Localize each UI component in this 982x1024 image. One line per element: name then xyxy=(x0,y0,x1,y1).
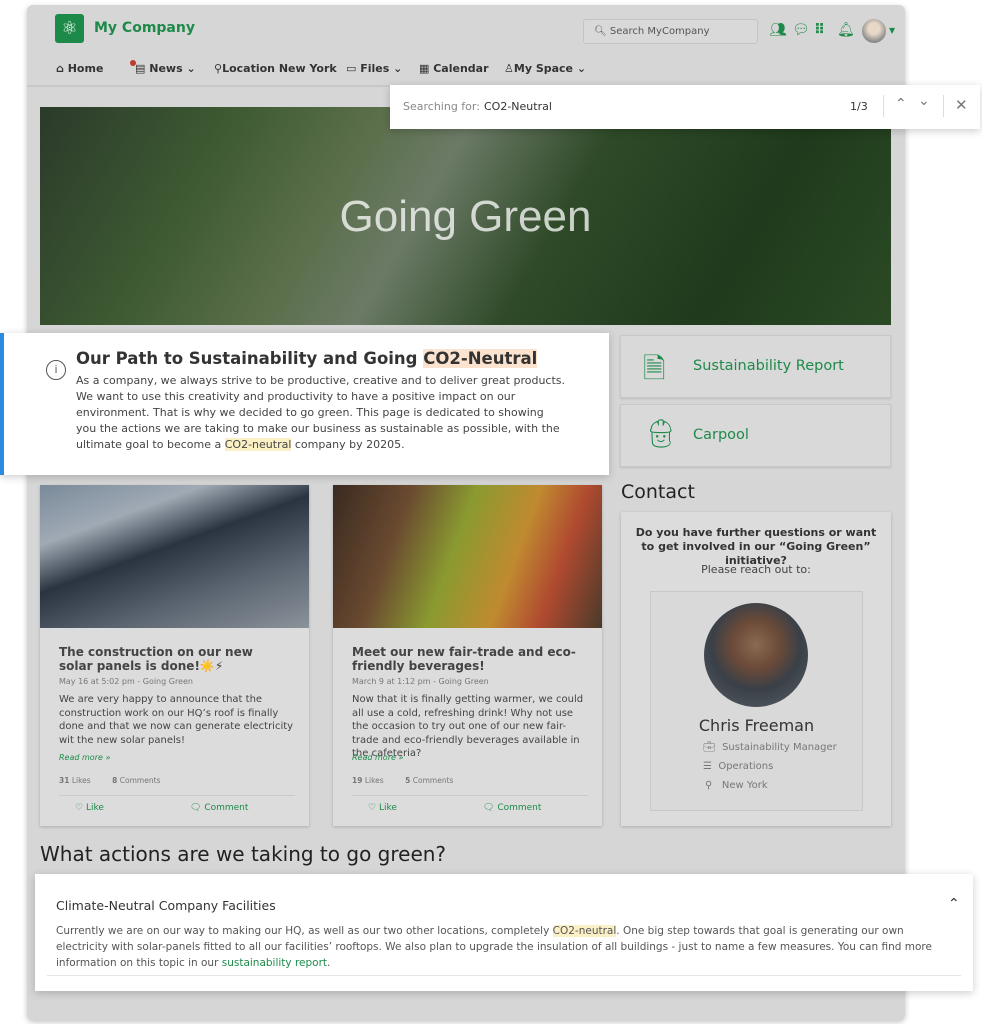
user-icon: ♙ xyxy=(504,62,514,75)
read-more-link[interactable]: Read more » xyxy=(352,753,403,762)
nav-news[interactable]: ▤ News ⌄ xyxy=(135,62,196,75)
news-card[interactable]: Meet our new fair-trade and eco-friendly… xyxy=(333,485,602,826)
divider xyxy=(352,795,588,796)
info-icon: i xyxy=(46,360,66,380)
like-button[interactable]: ♡ Like xyxy=(75,803,104,813)
read-more-link[interactable]: Read more » xyxy=(59,753,110,762)
news-title[interactable]: Meet our new fair-trade and eco-friendly… xyxy=(352,645,582,673)
divider xyxy=(47,975,961,976)
person-role: 💼︎ Sustainability Manager xyxy=(703,742,837,753)
section-heading: What actions are we taking to go green? xyxy=(40,842,447,866)
hero-banner: Going Green xyxy=(40,107,891,325)
nav-files[interactable]: ▭ Files ⌄ xyxy=(346,62,402,75)
news-icon: ▤ xyxy=(135,62,150,75)
nav-my-space[interactable]: ♙My Space ⌄ xyxy=(504,62,586,75)
info-card: i Our Path to Sustainability and Going C… xyxy=(0,333,609,475)
calendar-icon: ▦ xyxy=(419,62,434,75)
search-placeholder: Search MyCompany xyxy=(609,26,710,37)
person-department: ☰ Operations xyxy=(703,761,774,772)
find-bar: Searching for: CO2-Neutral 1/3 ⌃ ⌄ ✕ xyxy=(390,85,980,129)
news-stats: 31 Likes 8 Comments xyxy=(59,776,161,785)
comment-icon: 🗨︎ xyxy=(190,803,202,813)
heart-icon: ♡ xyxy=(75,803,84,813)
tile-carpool[interactable]: 👷︎ Carpool xyxy=(620,404,891,467)
find-label: Searching for: xyxy=(403,100,480,113)
person-location: ⚲ New York xyxy=(705,780,768,791)
chevron-down-icon[interactable]: ⌄ xyxy=(918,93,930,109)
sustainability-report-link[interactable]: sustainability report xyxy=(222,957,327,969)
nav-calendar[interactable]: ▦ Calendar xyxy=(419,62,489,75)
accordion-item: Climate-Neutral Company Facilities ⌃ Cur… xyxy=(35,874,973,991)
nav-location[interactable]: ⚲Location New York xyxy=(214,62,337,75)
divider xyxy=(883,95,884,117)
chevron-up-icon[interactable]: ⌃ xyxy=(895,96,907,112)
department-icon: ☰ xyxy=(703,761,712,772)
like-button[interactable]: ♡ Like xyxy=(368,803,397,813)
avatar[interactable] xyxy=(862,19,886,43)
accordion-title[interactable]: Climate-Neutral Company Facilities xyxy=(56,898,276,913)
home-icon: ⌂ xyxy=(56,62,68,75)
location-icon: ⚲ xyxy=(705,780,713,791)
contact-reach: Please reach out to: xyxy=(701,563,811,576)
chat-icon[interactable]: 💬︎ xyxy=(792,22,810,38)
hero-title: Going Green xyxy=(339,192,592,241)
person-name[interactable]: Chris Freeman xyxy=(650,716,863,735)
person-photo xyxy=(704,603,808,707)
chevron-down-icon[interactable]: ▼ xyxy=(889,26,895,35)
briefcase-icon: 💼︎ xyxy=(703,742,716,753)
location-icon: ⚲ xyxy=(214,62,223,75)
apps-grid-icon[interactable]: ⠿ xyxy=(814,22,825,38)
contact-heading: Contact xyxy=(621,481,695,503)
brand-name[interactable]: My Company xyxy=(94,20,195,36)
document-icon: 🗎 xyxy=(643,352,666,385)
news-title[interactable]: The construction on our new solar panels… xyxy=(59,645,289,673)
company-logo[interactable]: ⚛ xyxy=(55,14,84,43)
news-card[interactable]: The construction on our new solar panels… xyxy=(40,485,309,826)
contact-question: Do you have further questions or want to… xyxy=(635,526,877,567)
news-body: We are very happy to announce that the c… xyxy=(59,694,294,746)
close-icon[interactable]: ✕ xyxy=(955,96,968,114)
news-image xyxy=(333,485,602,628)
divider xyxy=(943,95,944,117)
divider xyxy=(59,795,295,796)
news-meta: March 9 at 1:12 pm - Going Green xyxy=(352,677,489,686)
find-count: 1/3 xyxy=(850,100,868,113)
people-icon[interactable]: 👥︎ xyxy=(769,22,787,38)
tile-sustainability-report[interactable]: 🗎 Sustainability Report xyxy=(620,335,891,398)
accordion-body: Currently we are on our way to making ou… xyxy=(56,925,932,969)
carpool-icon: 👷︎ xyxy=(643,417,679,450)
info-body: As a company, we always strive to be pro… xyxy=(76,374,566,451)
nav-home[interactable]: ⌂ Home xyxy=(56,62,103,75)
news-body: Now that it is finally getting warmer, w… xyxy=(352,694,584,759)
news-meta: May 16 at 5:02 pm - Going Green xyxy=(59,677,193,686)
info-title: Our Path to Sustainability and Going CO2… xyxy=(76,349,538,368)
comment-icon: 🗨︎ xyxy=(483,803,495,813)
comment-button[interactable]: 🗨︎ Comment xyxy=(483,803,541,813)
news-stats: 19 Likes 5 Comments xyxy=(352,776,454,785)
comment-button[interactable]: 🗨︎ Comment xyxy=(190,803,248,813)
news-image xyxy=(40,485,309,628)
chevron-up-icon[interactable]: ⌃ xyxy=(948,896,960,912)
search-input[interactable]: 🔍︎ Search MyCompany xyxy=(583,19,758,44)
heart-icon: ♡ xyxy=(368,803,377,813)
bell-icon[interactable]: 🔔︎ xyxy=(837,22,855,38)
find-input[interactable]: CO2-Neutral xyxy=(484,100,552,113)
folder-icon: ▭ xyxy=(346,62,361,75)
